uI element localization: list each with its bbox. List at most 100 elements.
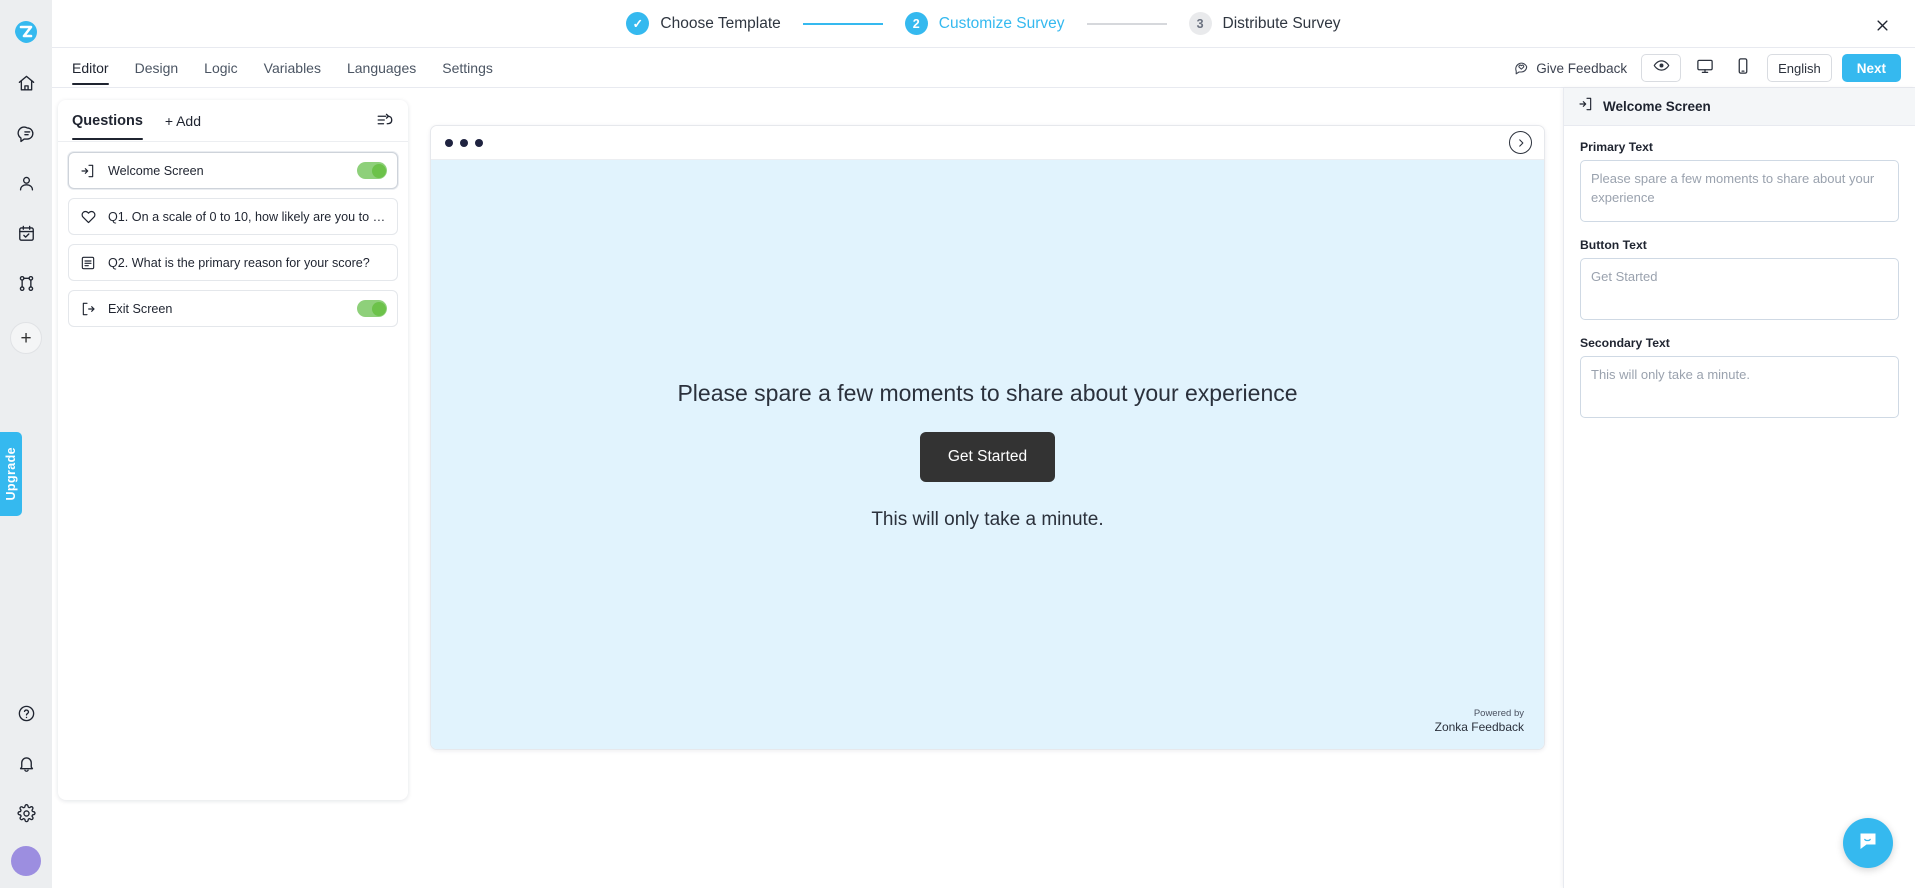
rail-bottom-group [0,682,52,876]
step-2-label: Customize Survey [938,14,1065,32]
chrome-dot [460,138,468,147]
question-label: Q2. What is the primary reason for your … [108,255,370,270]
preview-get-started-button[interactable]: Get Started [919,431,1056,482]
rail-item-home[interactable] [7,64,45,102]
add-question-label: Add [176,112,202,129]
give-feedback-button[interactable]: Give Feedback [1513,59,1627,78]
exit-screen-icon [80,301,100,317]
question-label: Welcome Screen [108,163,204,178]
upgrade-tab[interactable]: Upgrade [0,432,22,516]
tab-design[interactable]: Design [135,60,179,85]
field-button-text: Button Text Get Started [1580,238,1899,320]
stepper-connector-1 [802,22,883,25]
heart-icon [80,208,100,225]
rail-item-contacts[interactable] [7,164,45,202]
next-button[interactable]: Next [1841,54,1901,82]
button-text-input[interactable]: Get Started [1580,258,1899,320]
text-list-icon [80,255,100,271]
add-question-button[interactable]: + Add [165,113,201,129]
chat-launcher-button[interactable] [1843,818,1893,868]
welcome-screen-icon [80,163,100,179]
field-label: Secondary Text [1580,336,1670,350]
welcome-screen-icon [1578,96,1594,117]
rail-item-settings[interactable] [7,794,45,832]
desktop-view-button[interactable] [1691,54,1719,82]
language-label: English [1778,60,1821,76]
editor-tab-bar: Editor Design Logic Variables Languages … [52,48,1915,88]
desktop-icon [1696,57,1714,80]
question-label: Q1. On a scale of 0 to 10, how likely ar… [108,209,386,224]
tab-languages[interactable]: Languages [347,60,416,85]
rail-item-help[interactable] [7,694,45,732]
preview-canvas: Please spare a few moments to share abou… [431,160,1544,749]
editor-toolbar: Give Feedback English Next [1513,48,1901,88]
tab-settings[interactable]: Settings [442,60,493,85]
chrome-dot [445,138,453,147]
zonka-logo-icon[interactable] [6,12,46,52]
rail-item-workflows[interactable] [7,264,45,302]
welcome-screen-toggle[interactable] [357,162,387,179]
preview-primary-text: Please spare a few moments to share abou… [677,379,1298,406]
field-label: Button Text [1580,238,1647,252]
preview-button[interactable] [1641,54,1682,82]
chevron-right-icon[interactable] [1509,131,1532,154]
exit-screen-toggle[interactable] [357,300,387,317]
step-3-label: Distribute Survey [1222,14,1341,32]
rail-add-button[interactable]: + [10,322,42,354]
brand-name: Zonka Feedback [1434,720,1524,734]
step-distribute-survey[interactable]: 3 Distribute Survey [1188,12,1341,35]
rail-item-tasks[interactable] [7,214,45,252]
step-choose-template[interactable]: ✓ Choose Template [626,12,781,35]
next-label: Next [1856,60,1886,76]
tab-variables[interactable]: Variables [264,60,321,85]
survey-preview: Please spare a few moments to share abou… [430,125,1545,750]
question-row-welcome-screen[interactable]: Welcome Screen [68,152,398,189]
plus-icon: + [164,112,174,129]
rail-item-feedback[interactable] [7,114,45,152]
secondary-text-input[interactable]: This will only take a minute. [1580,356,1899,418]
stepper-connector-2 [1086,22,1167,25]
tab-logic[interactable]: Logic [204,60,237,85]
step-1-label: Choose Template [660,14,781,32]
questions-panel: Questions + Add Welcome Screen Q1. On a … [58,100,408,800]
upgrade-label: Upgrade [4,447,18,501]
primary-text-input[interactable]: Please spare a few moments to share abou… [1580,160,1899,222]
powered-by-branding: Powered by Zonka Feedback [1435,708,1524,735]
question-row-q1[interactable]: Q1. On a scale of 0 to 10, how likely ar… [68,198,398,235]
chat-heart-icon [1513,59,1529,78]
question-row-q2[interactable]: Q2. What is the primary reason for your … [68,244,398,281]
chat-bubble-icon [1856,829,1880,858]
eye-icon [1653,57,1670,79]
tab-questions[interactable]: Questions [72,113,143,140]
powered-by-label: Powered by [1473,708,1524,720]
questions-list: Welcome Screen Q1. On a scale of 0 to 10… [58,142,408,337]
collapse-list-icon[interactable] [376,111,394,134]
user-avatar[interactable] [11,846,41,876]
give-feedback-label: Give Feedback [1536,60,1628,76]
mobile-icon [1734,57,1752,80]
properties-panel: Welcome Screen Primary Text Please spare… [1563,88,1915,888]
questions-panel-header: Questions + Add [58,100,408,142]
field-primary-text: Primary Text Please spare a few moments … [1580,140,1899,222]
step-3-badge: 3 [1188,12,1212,35]
preview-secondary-text: This will only take a minute. [871,508,1104,530]
properties-panel-title: Welcome Screen [1603,99,1711,114]
wizard-stepper-bar: ✓ Choose Template 2 Customize Survey 3 D… [52,0,1915,48]
question-label: Exit Screen [108,301,173,316]
step-customize-survey[interactable]: 2 Customize Survey [904,12,1065,35]
rail-item-notifications[interactable] [7,744,45,782]
step-1-badge: ✓ [626,12,650,35]
chrome-dot [475,138,483,147]
left-icon-rail: + Upgrade [0,0,52,888]
tab-editor[interactable]: Editor [72,60,109,85]
field-secondary-text: Secondary Text This will only take a min… [1580,336,1899,418]
properties-fields: Primary Text Please spare a few moments … [1564,126,1915,448]
language-selector[interactable]: English [1767,54,1832,82]
question-row-exit-screen[interactable]: Exit Screen [68,290,398,327]
preview-chrome-bar [431,126,1544,160]
properties-panel-header: Welcome Screen [1564,88,1915,126]
mobile-view-button[interactable] [1729,54,1757,82]
field-label: Primary Text [1580,140,1653,154]
step-2-badge: 2 [904,12,928,35]
close-icon[interactable] [1869,12,1895,38]
